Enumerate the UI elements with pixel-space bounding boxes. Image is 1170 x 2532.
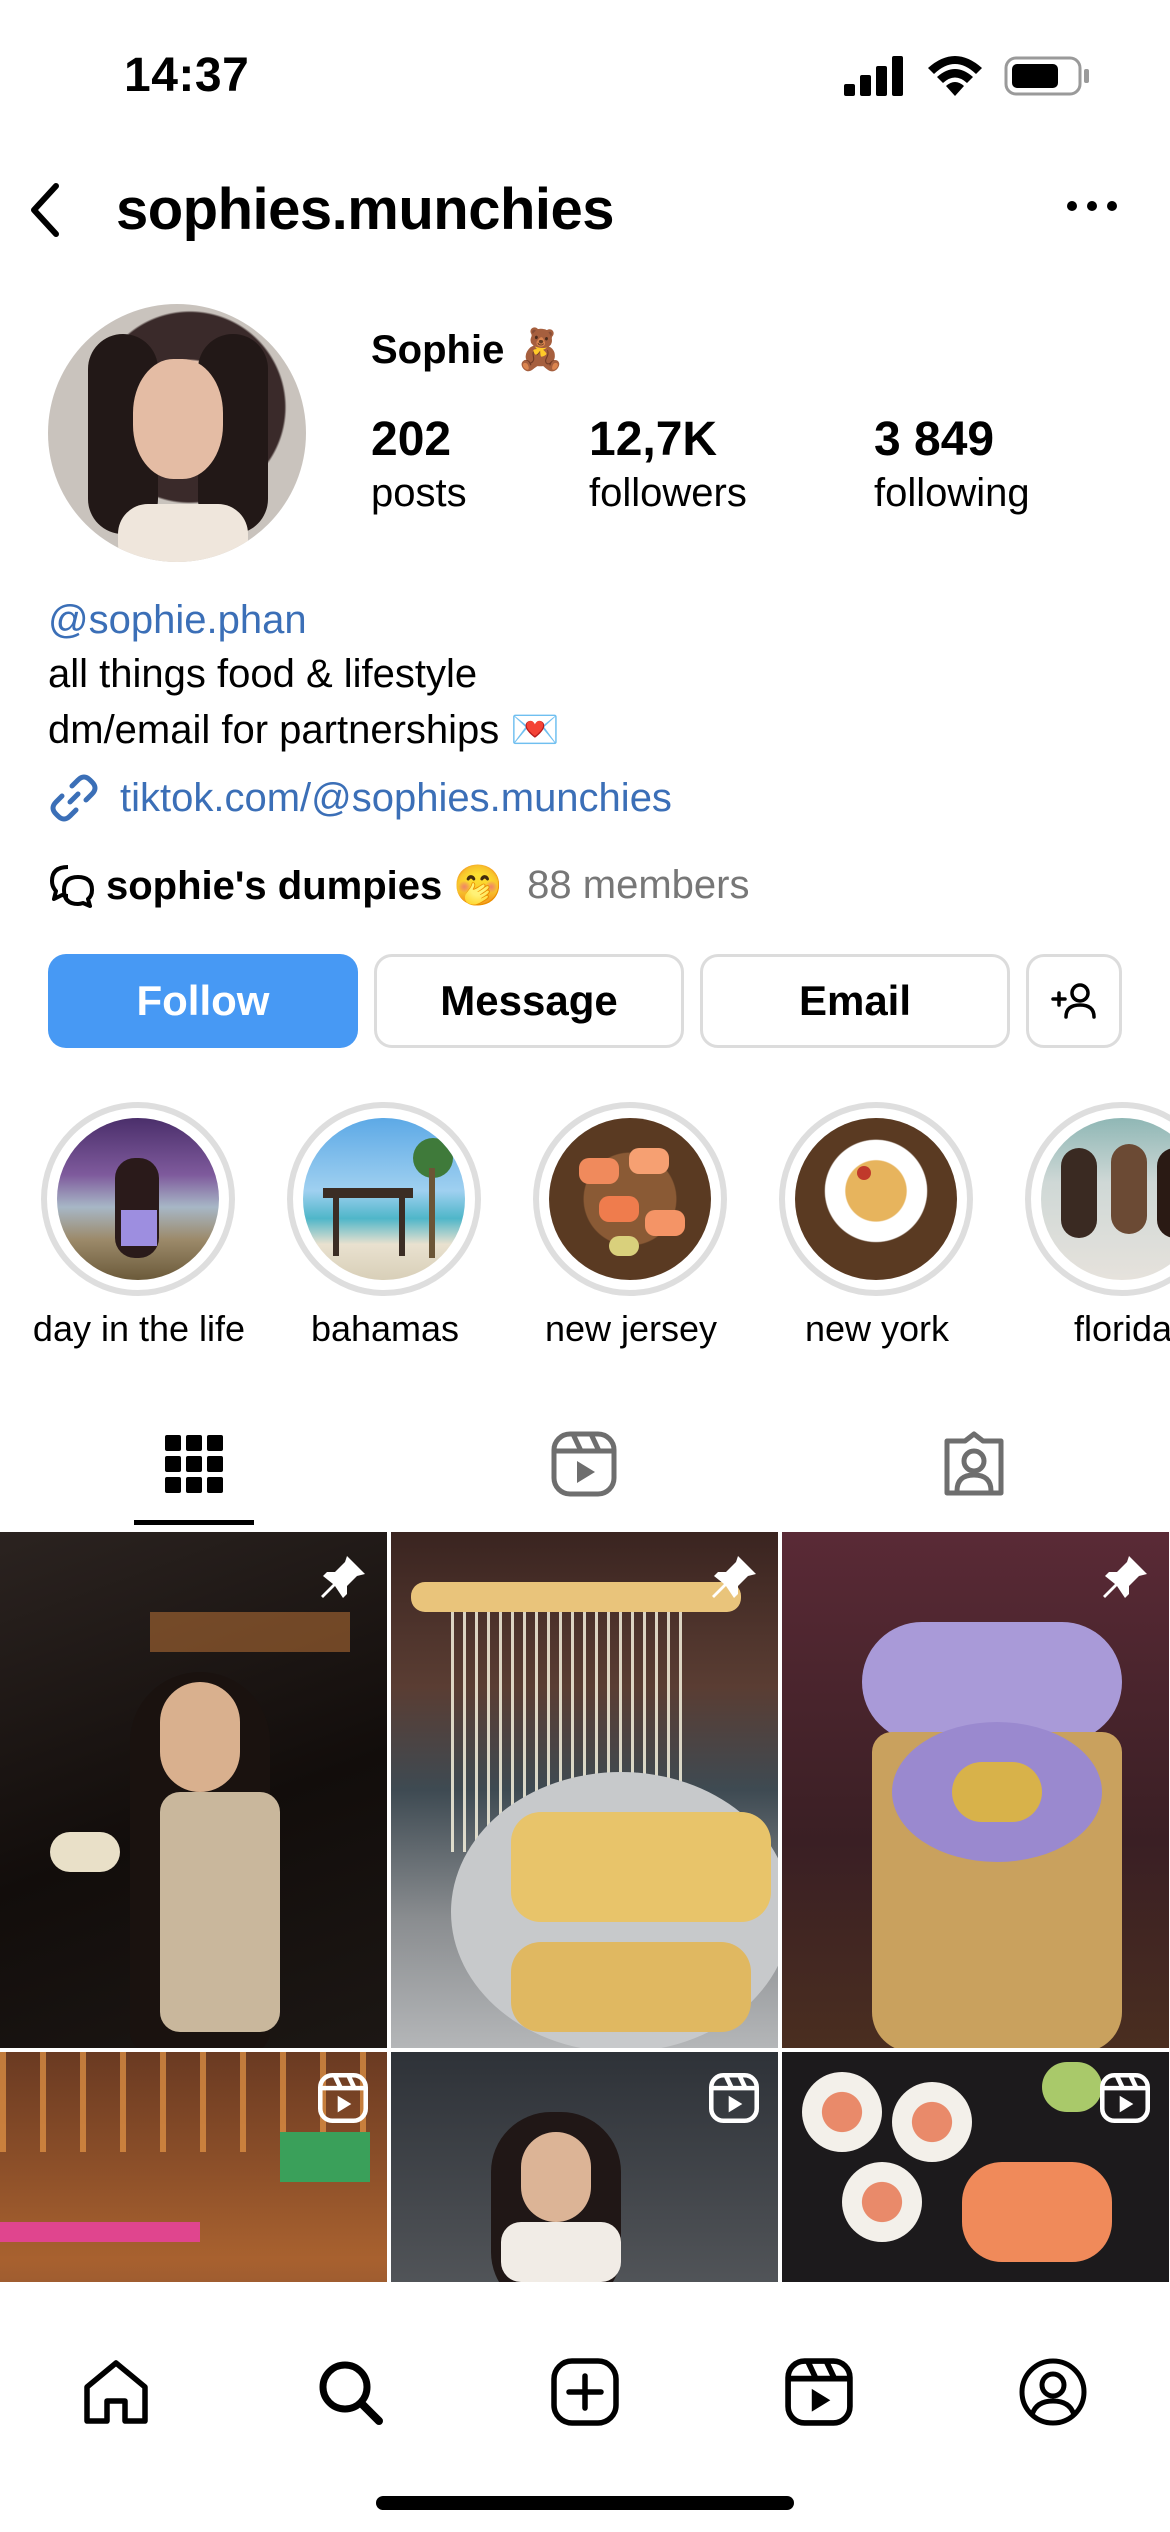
stat-posts[interactable]: 202 posts <box>371 412 467 516</box>
active-tab-indicator <box>134 1520 254 1525</box>
battery-icon <box>1004 56 1089 96</box>
post-thumbnail[interactable] <box>391 1532 778 2048</box>
profile-stats: 202 posts 12,7K followers 3 849 followin… <box>0 412 1170 522</box>
bio-link-text: tiktok.com/@sophies.munchies <box>120 775 672 820</box>
email-button[interactable]: Email <box>700 954 1010 1048</box>
stat-value: 202 <box>371 413 452 466</box>
search-icon <box>319 2361 383 2425</box>
message-button[interactable]: Message <box>374 954 684 1048</box>
bottom-nav <box>0 2282 1170 2532</box>
highlight-label: new jersey <box>544 1308 718 1349</box>
highlight-cover <box>57 1118 219 1280</box>
nav-create[interactable] <box>545 2352 625 2432</box>
bio-mention-link[interactable]: @sophie.phan <box>48 598 1128 652</box>
more-options-icon[interactable] <box>1064 196 1120 216</box>
stat-label: posts <box>371 471 467 515</box>
create-post-icon <box>551 2358 619 2426</box>
suggested-users-button[interactable] <box>1026 954 1122 1048</box>
reel-icon <box>315 2070 371 2126</box>
nav-search[interactable] <box>310 2352 390 2432</box>
post-thumbnail[interactable] <box>0 1532 387 2048</box>
nav-home[interactable] <box>76 2352 156 2432</box>
status-time: 14:37 <box>124 49 250 102</box>
tab-posts[interactable] <box>154 1424 234 1504</box>
story-highlights: day in the life bahamas new jersey new y… <box>0 1102 1170 1362</box>
page-title: sophies.munchies <box>116 177 615 242</box>
bio-line: all things food & lifestyle <box>48 652 478 696</box>
reels-icon <box>551 1431 617 1497</box>
highlight-label: new york <box>804 1308 950 1349</box>
stat-value: 3 849 <box>874 413 995 466</box>
reels-icon <box>785 2358 853 2426</box>
back-icon[interactable] <box>22 180 70 240</box>
follow-button[interactable]: Follow <box>48 954 358 1048</box>
stat-label: following <box>874 471 1030 515</box>
highlight-cover <box>303 1118 465 1280</box>
profile-tabs <box>0 1394 1170 1530</box>
pinned-icon <box>706 1550 762 1606</box>
reel-icon <box>1097 2070 1153 2126</box>
nav-profile[interactable] <box>1013 2352 1093 2432</box>
tagged-icon <box>944 1431 1004 1496</box>
post-grid <box>0 1532 1170 2282</box>
wifi-icon <box>928 56 982 96</box>
bio: @sophie.phan all things food & lifestyle… <box>48 598 1128 760</box>
status-icons <box>844 56 1090 96</box>
highlight-cover <box>795 1118 957 1280</box>
display-name: Sophie 🧸 <box>371 328 566 372</box>
pinned-icon <box>1097 1550 1153 1606</box>
highlight-label: day in the life <box>32 1308 246 1349</box>
profile-header: sophies.munchies <box>0 160 1170 260</box>
stat-following[interactable]: 3 849 following <box>874 412 1030 516</box>
bio-line: dm/email for partnerships 💌 <box>48 708 561 752</box>
home-icon <box>84 2360 148 2424</box>
stat-followers[interactable]: 12,7K followers <box>589 412 747 516</box>
post-thumbnail[interactable] <box>782 1532 1169 2048</box>
grid-icon <box>165 1435 223 1493</box>
reel-icon <box>706 2070 762 2126</box>
home-indicator <box>376 2496 794 2510</box>
status-bar: 14:37 <box>0 0 1170 150</box>
post-thumbnail[interactable] <box>0 2052 387 2282</box>
highlight-label: bahamas <box>310 1308 460 1349</box>
nav-reels[interactable] <box>779 2352 859 2432</box>
link-icon <box>50 774 98 822</box>
pinned-icon <box>315 1550 371 1606</box>
highlight-cover <box>549 1118 711 1280</box>
highlight-label: florida <box>1073 1308 1170 1349</box>
post-thumbnail[interactable] <box>391 2052 778 2282</box>
chat-bubbles-icon <box>50 864 94 908</box>
profile-icon <box>1019 2358 1087 2426</box>
tab-reels[interactable] <box>544 1424 624 1504</box>
bio-external-link[interactable]: tiktok.com/@sophies.munchies <box>48 772 672 824</box>
tab-tagged[interactable] <box>934 1424 1014 1504</box>
add-person-icon <box>1051 983 1096 1019</box>
stat-value: 12,7K <box>589 413 718 466</box>
profile-actions: Follow Message Email <box>48 954 1122 1048</box>
stat-label: followers <box>589 471 747 515</box>
channel-members: 88 members <box>527 863 750 907</box>
cellular-signal-icon <box>844 56 903 96</box>
channel-name: sophie's dumpies 🤭 <box>106 864 504 908</box>
post-thumbnail[interactable] <box>782 2052 1169 2282</box>
broadcast-channel[interactable]: sophie's dumpies 🤭 88 members <box>48 862 749 909</box>
